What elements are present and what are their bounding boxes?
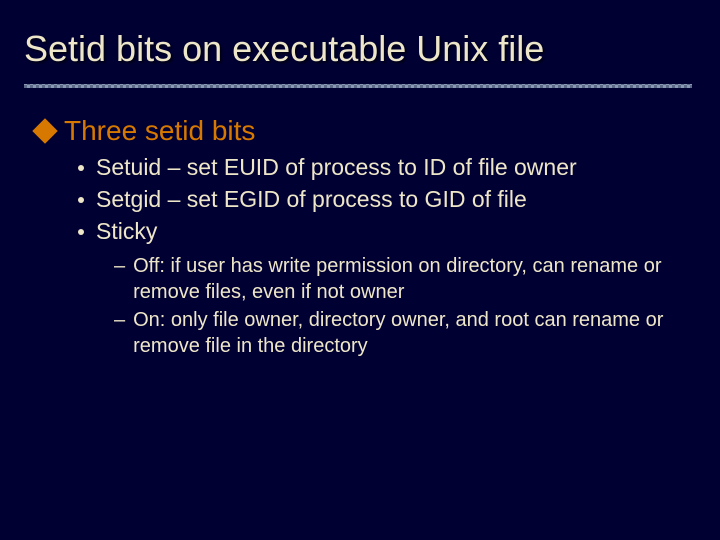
bullet-text: Setuid – set EUID of process to ID of fi… (96, 153, 577, 183)
bullet-text: Sticky (96, 217, 157, 247)
sub-list: – Off: if user has write permission on d… (114, 253, 696, 359)
dash-icon: – (114, 307, 125, 333)
list-item: Setuid – set EUID of process to ID of fi… (78, 153, 696, 183)
slide: Setid bits on executable Unix file Three… (0, 0, 720, 540)
bullet-icon (78, 197, 84, 203)
divider-line (24, 82, 692, 92)
sub-text: On: only file owner, directory owner, an… (133, 307, 673, 359)
list-item: – On: only file owner, directory owner, … (114, 307, 696, 359)
section-heading: Three setid bits (36, 115, 696, 147)
bullet-text: Setgid – set EGID of process to GID of f… (96, 185, 527, 215)
list-item: Sticky (78, 217, 696, 247)
dash-icon: – (114, 253, 125, 279)
section-heading-text: Three setid bits (64, 115, 255, 147)
list-item: – Off: if user has write permission on d… (114, 253, 696, 305)
page-title: Setid bits on executable Unix file (24, 28, 696, 70)
list-item: Setgid – set EGID of process to GID of f… (78, 185, 696, 215)
bullet-list: Setuid – set EUID of process to ID of fi… (78, 153, 696, 247)
bullet-icon (78, 165, 84, 171)
sub-text: Off: if user has write permission on dir… (133, 253, 673, 305)
bullet-icon (78, 229, 84, 235)
diamond-icon (32, 118, 57, 143)
